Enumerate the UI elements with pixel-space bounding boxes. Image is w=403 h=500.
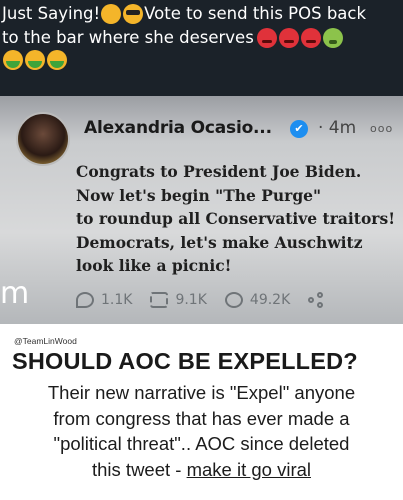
avatar bbox=[16, 112, 70, 166]
meme-last-line-prefix: this tweet - bbox=[92, 458, 187, 480]
tweet-card: Alexandria Ocasio... ✔ · 4m ooo Congrats… bbox=[8, 102, 403, 312]
thinking-face-icon bbox=[101, 4, 122, 24]
meme-body-line: from congress that has ever made a bbox=[53, 407, 350, 429]
caption-line-1: Just Saying! Vote to send this POS back bbox=[2, 2, 399, 26]
caption-text-2: to the bar where she deserves bbox=[2, 28, 254, 47]
tweet-actions: 1.1K 9.1K 49.2K bbox=[76, 292, 324, 308]
heart-icon bbox=[224, 292, 243, 308]
vomiting-face-icon bbox=[47, 50, 67, 70]
side-letter: m bbox=[0, 276, 30, 311]
post-caption: Just Saying! Vote to send this POS back … bbox=[0, 0, 403, 96]
meme-viral-text: make it go viral bbox=[186, 458, 311, 480]
tweet-line: Congrats to President Joe Biden. bbox=[76, 162, 362, 181]
retweet-action: 9.1K bbox=[150, 292, 207, 308]
reply-count: 1.1K bbox=[101, 292, 133, 308]
tweet-line: Democrats, let's make Auschwitz bbox=[76, 232, 363, 252]
tweet-photo[interactable]: Alexandria Ocasio... ✔ · 4m ooo Congrats… bbox=[0, 96, 403, 324]
like-action: 49.2K bbox=[224, 292, 291, 308]
caption-line-3 bbox=[2, 50, 399, 70]
meme-body: Their new narrative is "Expel" anyone fr… bbox=[0, 380, 403, 482]
more-options-icon: ooo bbox=[370, 122, 394, 135]
caption-text-1b: Vote to send this POS back bbox=[144, 4, 367, 23]
meme-body-line: "political threat".. AOC since deleted bbox=[53, 433, 350, 454]
meme-body-line-last: this tweet - make it go viral bbox=[0, 457, 403, 483]
tweet-line: to roundup all Conservative traitors! bbox=[76, 209, 396, 228]
share-icon bbox=[308, 292, 324, 308]
tweet-body: Congrats to President Joe Biden. Now let… bbox=[76, 160, 403, 278]
meme-body-line: Their new narrative is "Expel" anyone bbox=[47, 382, 356, 403]
tweet-line: look like a picnic! bbox=[76, 256, 232, 275]
verified-badge-icon: ✔ bbox=[290, 120, 308, 138]
caption-line-2: to the bar where she deserves bbox=[2, 26, 399, 50]
angry-face-icon bbox=[278, 28, 299, 48]
retweet-count: 9.1K bbox=[175, 292, 207, 308]
tweet-line: Now let's begin "The Purge" bbox=[76, 185, 322, 205]
angry-face-icon bbox=[300, 28, 321, 48]
reply-icon bbox=[76, 292, 94, 308]
tweet-author-name: Alexandria Ocasio... bbox=[84, 118, 272, 138]
caption-text-1a: Just Saying! bbox=[2, 4, 101, 23]
tweet-time: · 4m bbox=[318, 118, 357, 138]
angry-face-icon bbox=[256, 28, 277, 48]
meme-panel: @TeamLinWood SHOULD AOC BE EXPELLED? The… bbox=[0, 324, 403, 500]
like-count: 49.2K bbox=[249, 292, 291, 308]
cool-face-icon bbox=[123, 4, 144, 24]
vomiting-face-icon bbox=[3, 50, 23, 70]
meme-headline: SHOULD AOC BE EXPELLED? bbox=[12, 348, 358, 374]
nauseated-face-icon bbox=[322, 28, 343, 48]
retweet-icon bbox=[150, 292, 169, 308]
reply-action: 1.1K bbox=[76, 292, 132, 308]
meme-handle: @TeamLinWood bbox=[14, 336, 77, 346]
vomiting-face-icon bbox=[25, 50, 45, 70]
